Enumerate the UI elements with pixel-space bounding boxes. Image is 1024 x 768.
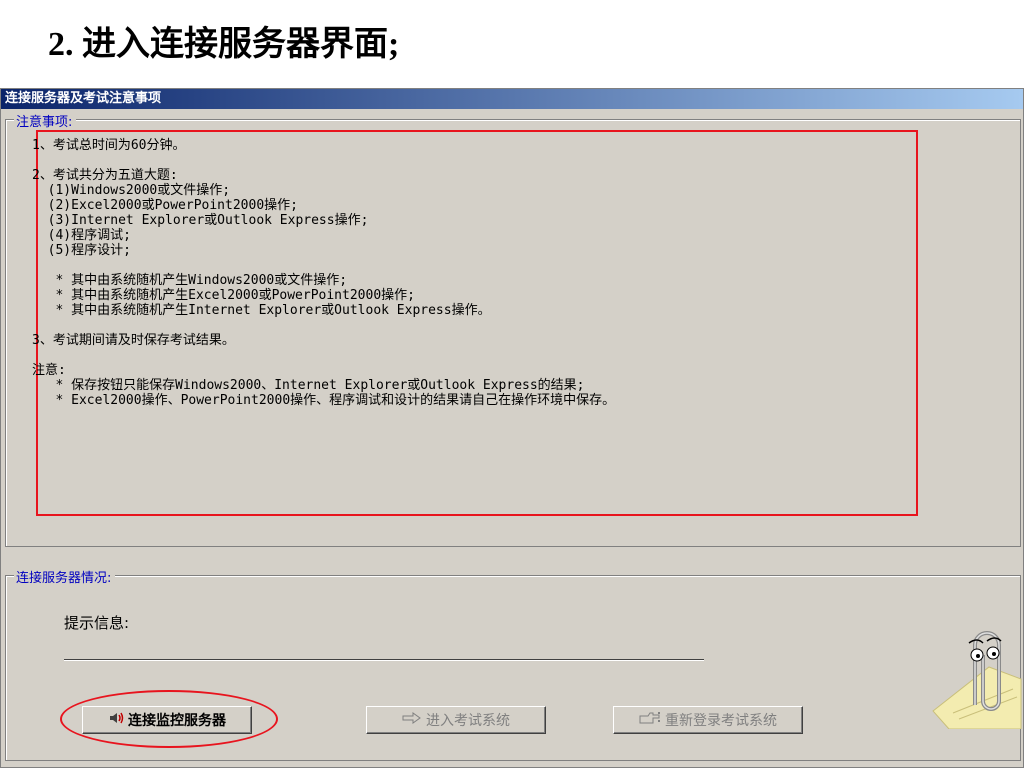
connection-group: 连接服务器情况: 提示信息: 连接监控服务器 进入考试系统 重新登录考试系统 — [5, 567, 1021, 761]
notes-line — [32, 348, 615, 363]
notes-line: * 其中由系统随机产生Excel2000或PowerPoint2000操作; — [32, 288, 415, 303]
connect-server-button[interactable]: 连接监控服务器 — [82, 706, 252, 734]
prompt-separator — [64, 659, 704, 661]
notes-text: 1、考试总时间为60分钟。 2、考试共分为五道大题: (1)Windows200… — [32, 138, 615, 408]
speaker-icon — [108, 710, 124, 730]
connect-server-label: 连接监控服务器 — [128, 713, 226, 729]
office-assistant-icon[interactable] — [929, 609, 1023, 733]
notes-line: 注意: — [32, 363, 66, 378]
notes-line: (4)程序调试; — [32, 228, 131, 243]
notes-group: 注意事项: 1、考试总时间为60分钟。 2、考试共分为五道大题: (1)Wind… — [5, 111, 1021, 547]
notes-line: 2、考试共分为五道大题: — [32, 168, 178, 183]
dialog-window: 连接服务器及考试注意事项 注意事项: 1、考试总时间为60分钟。 2、考试共分为… — [0, 88, 1024, 768]
notes-line: (1)Windows2000或文件操作; — [32, 183, 231, 198]
notes-line: * 其中由系统随机产生Windows2000或文件操作; — [32, 273, 348, 288]
notes-line: * Excel2000操作、PowerPoint2000操作、程序调试和设计的结… — [32, 393, 616, 408]
pointing-hand-icon — [639, 710, 661, 730]
relogin-button[interactable]: 重新登录考试系统 — [613, 706, 803, 734]
notes-line: (3)Internet Explorer或Outlook Express操作; — [32, 213, 369, 228]
notes-line: * 其中由系统随机产生Internet Explorer或Outlook Exp… — [32, 303, 491, 318]
notes-line — [32, 258, 615, 273]
notes-line: (5)程序设计; — [32, 243, 131, 258]
window-title: 连接服务器及考试注意事项 — [1, 89, 1023, 109]
enter-exam-button[interactable]: 进入考试系统 — [366, 706, 546, 734]
prompt-label: 提示信息: — [64, 614, 130, 632]
connection-group-label: 连接服务器情况: — [14, 567, 116, 586]
notes-line — [32, 153, 615, 168]
arrow-right-icon — [402, 712, 422, 728]
notes-line: 3、考试期间请及时保存考试结果。 — [32, 333, 235, 348]
relogin-label: 重新登录考试系统 — [665, 713, 777, 729]
notes-line: * 保存按钮只能保存Windows2000、Internet Explorer或… — [32, 378, 585, 393]
notes-line: 1、考试总时间为60分钟。 — [32, 138, 186, 153]
notes-line — [32, 318, 615, 333]
notes-group-label: 注意事项: — [14, 111, 77, 130]
enter-exam-label: 进入考试系统 — [426, 713, 510, 729]
slide-title: 2. 进入连接服务器界面; — [48, 26, 400, 63]
notes-line: (2)Excel2000或PowerPoint2000操作; — [32, 198, 298, 213]
